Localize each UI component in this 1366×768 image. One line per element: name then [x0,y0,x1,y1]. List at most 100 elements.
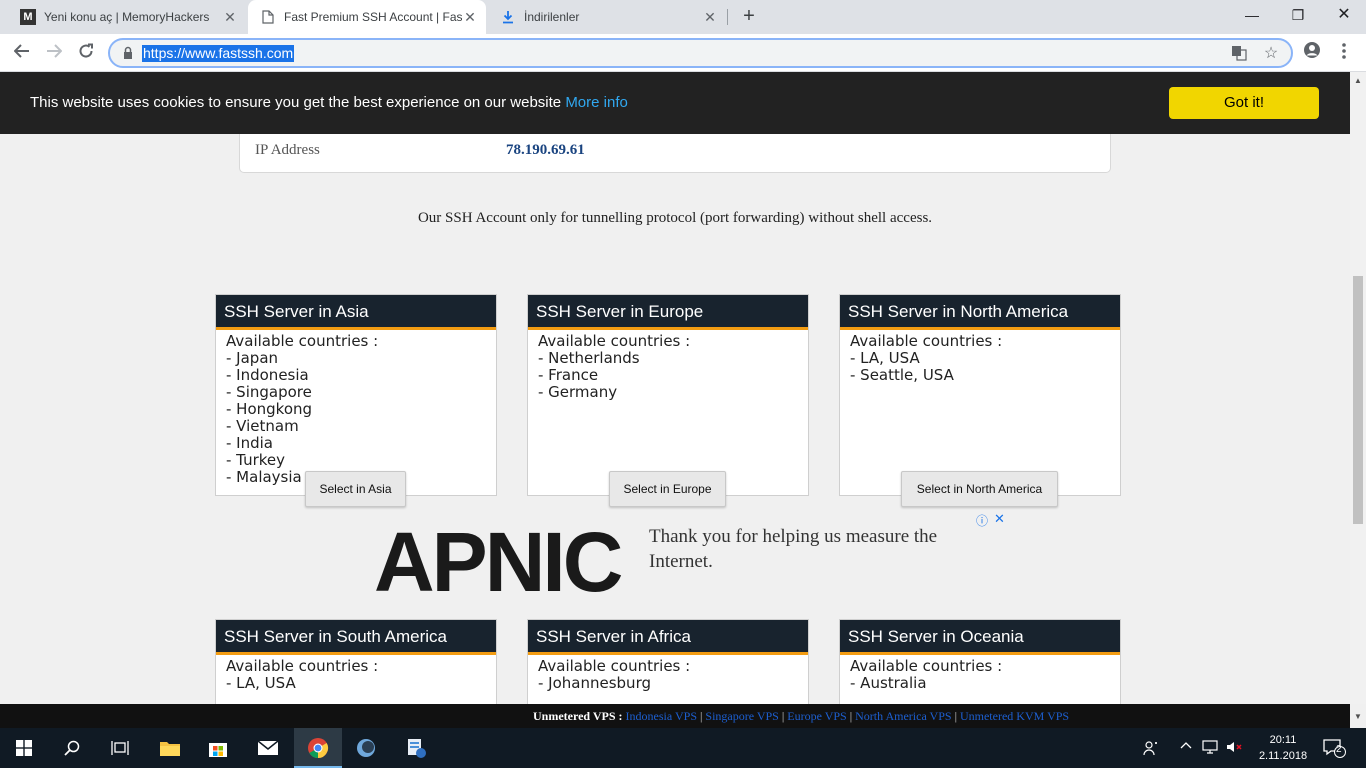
chrome-taskbar-button[interactable] [294,728,342,768]
tab-title: Fast Premium SSH Account | Fast [284,10,462,24]
page-icon [260,9,276,25]
store-button[interactable] [194,728,242,768]
app-taskbar-button[interactable] [342,728,390,768]
server-card-body: Available countries : - Australia [840,655,1120,695]
server-card-title: SSH Server in Europe [528,295,808,330]
minimize-button[interactable]: — [1229,0,1275,32]
select-europe-button[interactable]: Select in Europe [609,471,726,507]
mail-icon [257,740,279,755]
cookie-more-info-link[interactable]: More info [565,94,628,111]
vps-link-europe[interactable]: Europe VPS [787,709,846,723]
vps-link-north-america[interactable]: North America VPS [855,709,951,723]
maximize-button[interactable]: ❐ [1275,0,1321,32]
link-separator: | [954,709,957,723]
available-countries-label: Available countries : [850,332,1003,350]
country-item: - LA, USA [226,674,296,692]
file-explorer-button[interactable] [146,728,194,768]
back-arrow-icon [13,44,29,58]
server-card-title: SSH Server in North America [840,295,1120,330]
server-card-body: Available countries : - Johannesburg [528,655,808,695]
country-item: - LA, USA [850,349,920,367]
new-tab-button[interactable]: + [737,5,761,29]
vps-link-kvm[interactable]: Unmetered KVM VPS [960,709,1069,723]
network-icon[interactable] [1202,740,1218,757]
server-card-body: Available countries : - LA, USA [216,655,496,695]
scroll-up-icon[interactable]: ▲ [1354,76,1362,85]
vps-link-indonesia[interactable]: Indonesia VPS [626,709,697,723]
network-app-icon [408,739,426,758]
mail-button[interactable] [244,728,292,768]
task-view-icon [111,741,129,755]
address-bar[interactable]: https://www.fastssh.com ☆ [108,38,1293,68]
country-item: - Singapore [226,383,312,401]
server-card-asia: SSH Server in Asia Available countries :… [215,294,497,496]
bird-app-icon [357,739,375,757]
clock-time: 20:11 [1269,734,1297,746]
country-item: - France [538,366,599,384]
close-tab-icon[interactable]: ✕ [462,9,478,25]
vps-link-singapore[interactable]: Singapore VPS [705,709,778,723]
vps-links: Unmetered VPS : Indonesia VPS | Singapor… [533,709,1069,724]
vps-label: Unmetered VPS : [533,709,623,723]
cookie-message: This website uses cookies to ensure you … [30,94,628,111]
apnic-ad[interactable]: APNIC Thank you for helping us measure t… [370,510,1010,604]
network-app-taskbar-button[interactable] [392,728,440,768]
country-item: - Hongkong [226,400,313,418]
server-card-body: Available countries : - Japan - Indonesi… [216,330,496,489]
select-north-america-button[interactable]: Select in North America [901,471,1058,507]
country-item: - Turkey [226,451,285,469]
close-window-button[interactable]: ✕ [1321,0,1366,32]
tab-title: İndirilenler [524,10,580,24]
ad-close-icon[interactable]: ✕ [994,511,1005,527]
ad-text: Thank you for helping us measure the Int… [649,526,938,572]
chevron-up-icon[interactable] [1180,740,1192,755]
volume-muted-icon[interactable] [1226,740,1242,757]
tab-fastssh[interactable]: Fast Premium SSH Account | Fast ✕ [248,0,486,34]
scroll-down-icon[interactable]: ▼ [1354,712,1362,721]
server-card-south-america: SSH Server in South America Available co… [215,619,497,704]
clock-date: 2.11.2018 [1258,750,1308,762]
back-button[interactable] [8,39,36,67]
search-button[interactable] [48,728,96,768]
server-card-north-america: SSH Server in North America Available co… [839,294,1121,496]
close-tab-icon[interactable]: ✕ [222,9,238,25]
bookmark-star-icon[interactable]: ☆ [1262,45,1280,63]
tab-memoryhackers[interactable]: M Yeni konu aç | MemoryHackers ✕ [8,0,246,34]
people-icon[interactable] [1143,740,1159,759]
select-asia-button[interactable]: Select in Asia [305,471,406,507]
link-separator: | [849,709,853,723]
reload-button[interactable] [72,39,100,67]
apnic-logo: APNIC [374,515,623,609]
action-center-icon[interactable]: 2 [1322,738,1346,761]
cookie-banner: This website uses cookies to ensure you … [0,72,1350,134]
available-countries-label: Available countries : [538,657,691,675]
server-card-title: SSH Server in South America [216,620,496,655]
tab-downloads[interactable]: İndirilenler ✕ [488,0,726,34]
country-item: - Johannesburg [538,674,651,692]
server-card-africa: SSH Server in Africa Available countries… [527,619,809,704]
task-view-button[interactable] [96,728,144,768]
system-clock[interactable]: 20:11 2.11.2018 [1252,732,1314,764]
country-item: - India [226,434,273,452]
cookie-message-text: This website uses cookies to ensure you … [30,94,562,111]
forward-arrow-icon [47,44,63,58]
page-scrollbar[interactable]: ▲ ▼ [1350,72,1366,721]
country-item: - Netherlands [538,349,640,367]
cookie-accept-button[interactable]: Got it! [1169,87,1319,119]
menu-button[interactable] [1330,39,1358,67]
browser-toolbar: https://www.fastssh.com ☆ [0,34,1366,72]
close-tab-icon[interactable]: ✕ [702,9,718,25]
windows-taskbar: 20:11 2.11.2018 2 [0,728,1366,768]
forward-button[interactable] [40,39,68,67]
memoryhackers-favicon-icon: M [20,9,36,25]
scroll-thumb[interactable] [1353,276,1363,524]
available-countries-label: Available countries : [226,332,379,350]
lock-icon[interactable] [122,46,134,60]
translate-icon[interactable] [1230,45,1248,63]
ip-label: IP Address [255,142,320,158]
start-button[interactable] [0,728,48,768]
profile-button[interactable] [1298,39,1326,67]
vps-footer-bar: Unmetered VPS : Indonesia VPS | Singapor… [0,704,1350,728]
ad-info-icon[interactable]: ⓘ [976,512,988,529]
url-text[interactable]: https://www.fastssh.com [142,45,295,62]
